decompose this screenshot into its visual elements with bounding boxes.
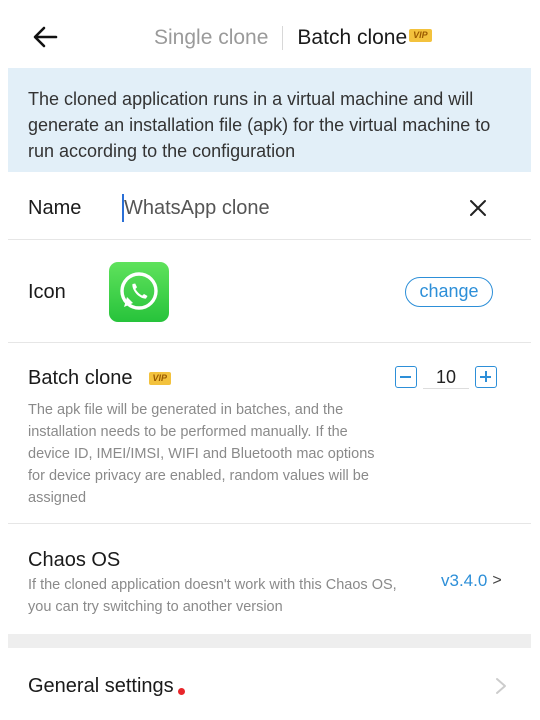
clone-mode-tabs: Single clone Batch clone VIP <box>154 24 432 52</box>
change-icon-button[interactable]: change <box>405 277 493 307</box>
back-arrow-icon[interactable] <box>30 22 60 52</box>
plus-icon-vertical <box>485 371 487 382</box>
name-label: Name <box>28 197 82 219</box>
general-settings-title: General settings <box>28 675 185 698</box>
batch-clone-row: Batch clone VIP The apk file will be gen… <box>8 343 531 524</box>
batch-clone-title: Batch clone VIP <box>28 367 172 390</box>
notification-dot <box>177 688 185 695</box>
chaos-os-description: If the cloned application doesn't work w… <box>28 577 397 615</box>
icon-row: Icon change <box>8 241 531 343</box>
tab-divider <box>282 26 284 50</box>
chevron-right-icon: > <box>492 572 502 589</box>
icon-label: Icon <box>28 281 66 303</box>
tab-single-clone[interactable]: Single clone <box>154 26 268 50</box>
vip-badge: VIP <box>409 28 432 42</box>
chevron-right-icon <box>496 678 506 694</box>
batch-count-stepper: 10 <box>395 365 497 389</box>
chaos-os-row[interactable]: Chaos OS If the cloned application doesn… <box>8 524 531 634</box>
clear-icon[interactable] <box>466 196 490 220</box>
name-row: Name <box>8 176 531 240</box>
tab-batch-clone[interactable]: Batch clone VIP <box>297 26 432 50</box>
whatsapp-icon <box>109 262 169 322</box>
batch-clone-label: Batch clone <box>28 367 133 389</box>
chaos-os-title: Chaos OS <box>28 549 121 571</box>
general-settings-row[interactable]: General settings <box>8 648 531 720</box>
chaos-os-version: v3.4.0 <box>441 571 488 590</box>
info-notice: The cloned application runs in a virtual… <box>8 68 531 172</box>
minus-icon <box>400 376 411 378</box>
vip-badge: VIP <box>148 372 172 385</box>
increment-button[interactable] <box>475 366 497 388</box>
batch-count-value[interactable]: 10 <box>423 365 469 389</box>
chaos-os-version-selector[interactable]: v3.4.0 > <box>441 571 502 591</box>
decrement-button[interactable] <box>395 366 417 388</box>
tab-batch-clone-label: Batch clone <box>297 26 408 49</box>
batch-clone-description: The apk file will be generated in batche… <box>28 402 375 506</box>
name-input[interactable] <box>122 194 452 222</box>
section-divider <box>8 634 531 648</box>
general-settings-label: General settings <box>28 675 174 697</box>
top-bar: Single clone Batch clone VIP <box>0 0 540 68</box>
